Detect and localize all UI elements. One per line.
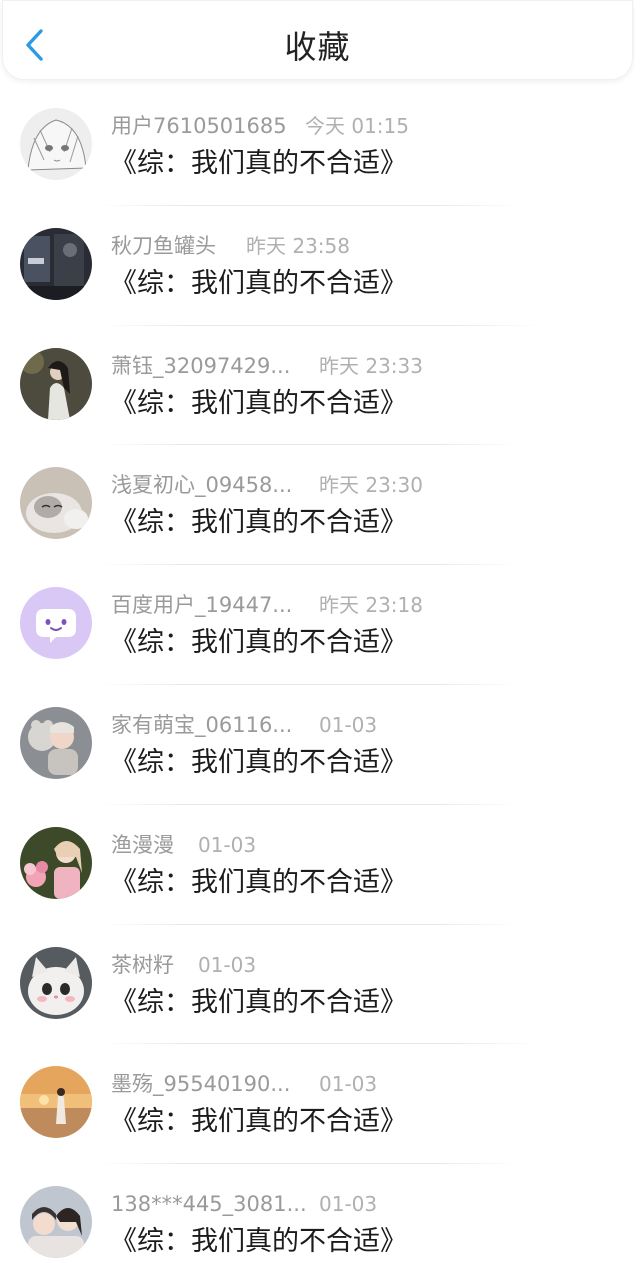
username[interactable]: 家有萌宝_06116...: [111, 709, 292, 741]
favorite-title[interactable]: 《综：我们真的不合适》: [110, 1224, 407, 1260]
favorite-title[interactable]: 《综：我们真的不合适》: [110, 1104, 407, 1140]
favorite-title[interactable]: 《综：我们真的不合适》: [110, 146, 407, 182]
list-item[interactable]: 浅夏初心_09458... 昨天 23:30 《综：我们真的不合适》: [0, 445, 635, 566]
timestamp: 01-03: [319, 1192, 378, 1217]
list-item[interactable]: 家有萌宝_06116... 01-03 《综：我们真的不合适》: [0, 685, 635, 805]
baby-avatar: [20, 706, 92, 779]
favorites-list: 用户7610501685 今天 01:15 《综：我们真的不合适》 秋刀鱼罐头: [0, 86, 635, 1280]
timestamp: 01-03: [319, 712, 378, 737]
timestamp: 昨天 23:18: [319, 593, 423, 618]
item-meta: 用户7610501685 今天 01:15: [111, 110, 409, 142]
avatar[interactable]: [20, 467, 92, 540]
list-item[interactable]: 138***445_3081... 01-03 《综：我们真的不合适》: [0, 1164, 635, 1280]
list-item[interactable]: 萧钰_32097429... 昨天 23:33 《综：我们真的不合适》: [0, 326, 635, 446]
page-title: 收藏: [284, 28, 351, 66]
list-item[interactable]: 茶树籽 01-03 《综：我们真的不合适》: [0, 925, 635, 1045]
list-item[interactable]: 秋刀鱼罐头 昨天 23:58 《综：我们真的不合适》: [0, 206, 635, 326]
avatar[interactable]: [20, 347, 92, 420]
favorite-title[interactable]: 《综：我们真的不合适》: [110, 625, 407, 661]
avatar[interactable]: [20, 1066, 92, 1139]
item-meta: 秋刀鱼罐头 昨天 23:58: [111, 230, 350, 262]
timestamp: 昨天 23:30: [319, 473, 423, 498]
list-item[interactable]: 渔漫漫 01-03 《综：我们真的不合适》: [0, 805, 635, 925]
item-meta: 138***445_3081... 01-03: [111, 1188, 377, 1220]
item-meta: 家有萌宝_06116... 01-03: [111, 709, 377, 741]
avatar[interactable]: [20, 227, 92, 300]
avatar[interactable]: [20, 706, 92, 779]
fluffy-cat-avatar: [20, 946, 92, 1019]
username[interactable]: 茶树籽: [111, 949, 174, 981]
item-meta: 茶树籽 01-03: [111, 949, 256, 981]
avatar[interactable]: [20, 108, 92, 180]
list-item[interactable]: 用户7610501685 今天 01:15 《综：我们真的不合适》: [0, 86, 635, 206]
username[interactable]: 浅夏初心_09458...: [111, 469, 292, 501]
list-item[interactable]: 墨殇_95540190... 01-03 《综：我们真的不合适》: [0, 1044, 635, 1165]
username[interactable]: 墨殇_95540190...: [111, 1068, 290, 1100]
timestamp: 01-03: [198, 952, 257, 977]
purple-chat-bubble-avatar: [20, 587, 92, 660]
favorite-title[interactable]: 《综：我们真的不合适》: [110, 266, 407, 302]
item-meta: 渔漫漫 01-03: [111, 829, 256, 861]
item-meta: 墨殇_95540190... 01-03: [111, 1068, 377, 1100]
item-meta: 百度用户_19447... 昨天 23:18: [111, 589, 423, 621]
avatar[interactable]: [20, 587, 92, 660]
top-nav-bar: 收藏: [2, 0, 633, 80]
favorite-title[interactable]: 《综：我们真的不合适》: [110, 745, 407, 781]
kitten-avatar: [20, 467, 92, 540]
username[interactable]: 秋刀鱼罐头: [111, 230, 216, 262]
anime-girl-sketch-avatar: [20, 108, 92, 180]
avatar[interactable]: [20, 1186, 92, 1259]
username[interactable]: 渔漫漫: [111, 829, 174, 861]
avatar[interactable]: [20, 826, 92, 899]
avatar[interactable]: [20, 946, 92, 1019]
username[interactable]: 萧钰_32097429...: [111, 350, 290, 382]
favorite-title[interactable]: 《综：我们真的不合适》: [110, 386, 407, 422]
two-girls-avatar: [20, 1186, 92, 1259]
timestamp: 昨天 23:33: [319, 353, 423, 378]
item-meta: 浅夏初心_09458... 昨天 23:30: [111, 469, 423, 501]
username[interactable]: 138***445_3081...: [111, 1188, 307, 1220]
timestamp: 昨天 23:58: [246, 233, 350, 258]
username[interactable]: 百度用户_19447...: [111, 589, 292, 621]
girl-flowers-avatar: [20, 826, 92, 899]
timestamp: 01-03: [198, 832, 257, 857]
list-item[interactable]: 百度用户_19447... 昨天 23:18 《综：我们真的不合适》: [0, 565, 635, 685]
favorites-page: 收藏 用户7610501685 今天 01:15 《综：我们真的不合适》 秋刀鱼…: [0, 0, 635, 1280]
timestamp: 今天 01:15: [305, 114, 409, 138]
favorite-title[interactable]: 《综：我们真的不合适》: [110, 865, 407, 901]
timestamp: 01-03: [319, 1072, 378, 1097]
favorite-title[interactable]: 《综：我们真的不合适》: [110, 985, 407, 1021]
sunset-beach-avatar: [20, 1066, 92, 1139]
dark-photo-avatar: [20, 227, 92, 300]
username[interactable]: 用户7610501685: [111, 110, 287, 142]
favorite-title[interactable]: 《综：我们真的不合适》: [110, 505, 407, 541]
ancient-costume-avatar: [20, 347, 92, 420]
item-meta: 萧钰_32097429... 昨天 23:33: [111, 350, 423, 382]
